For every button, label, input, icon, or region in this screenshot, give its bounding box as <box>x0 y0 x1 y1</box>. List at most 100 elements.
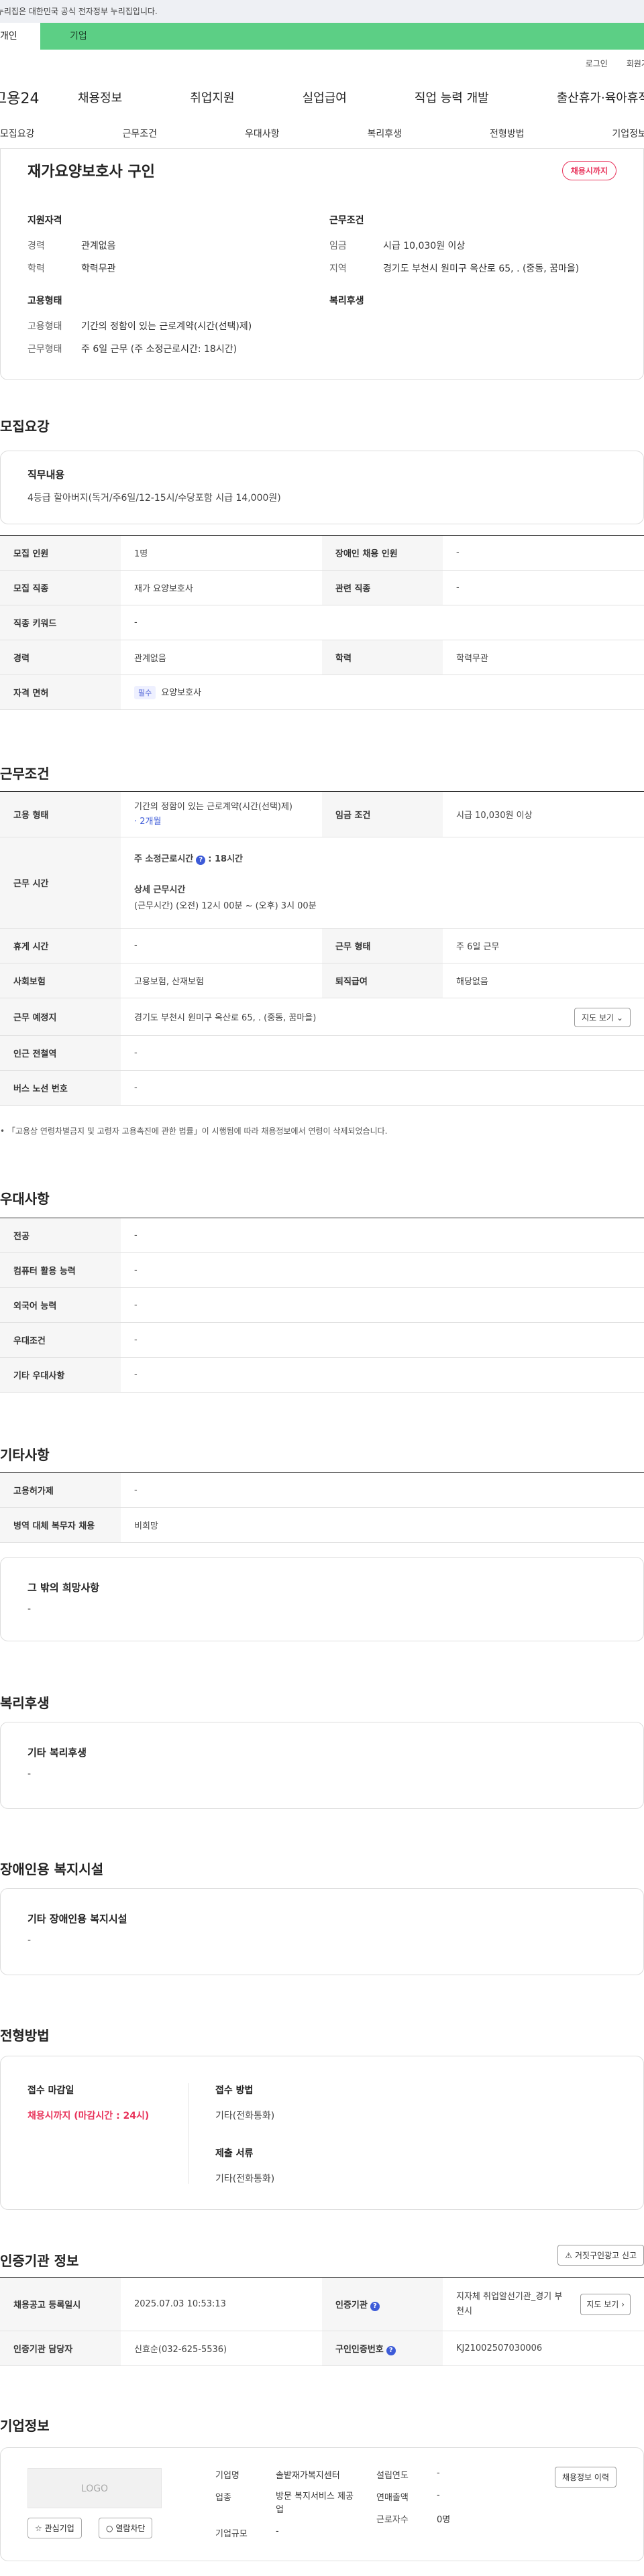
license-cell: 필수 요양보호사 <box>121 675 644 710</box>
preference-cond-label: 우대조건 <box>0 1322 121 1358</box>
apply-method-value: 기타(전화통화) <box>215 2111 275 2121</box>
table-row: 컴퓨터 활용 능력 - <box>0 1252 644 1288</box>
subnav-preference[interactable]: 우대사항 <box>245 127 280 140</box>
table-row: 고용허가제 - <box>0 1472 644 1508</box>
block-view-label: 열람차단 <box>115 2524 146 2533</box>
company-size-value: - <box>276 2526 279 2536</box>
other-preference-label: 기타 우대사항 <box>0 1357 121 1393</box>
emptype-period: · 2개월 <box>134 816 162 827</box>
apply-box: 접수 마감일 채용시까지 (마감시간 : 24시) 접수 방법 기타(전화통화)… <box>0 2056 644 2210</box>
site-logo[interactable]: 고용24 <box>0 86 74 108</box>
conditions-heading: 근무조건 <box>329 215 364 226</box>
welfare-heading: 복리후생 <box>329 296 364 306</box>
gnb-item-jobs[interactable]: 채용정보 <box>78 89 122 106</box>
login-link[interactable]: 로그인 <box>586 58 608 69</box>
gnb-item-unemployment-benefit[interactable]: 실업급여 <box>303 89 347 106</box>
chevron-down-icon: ⌄ <box>616 1013 623 1022</box>
disability-other-heading: 기타 장애인용 복지시설 <box>28 1913 127 1925</box>
job-summary-card: 재가요양보호사 구인 채용시까지 지원자격 경력 관계없음 학력 학력무관 고용형태… <box>0 149 644 380</box>
wage-value: 시급 10,030원 이상 <box>383 241 466 251</box>
tab-company[interactable]: 기업 <box>40 23 644 50</box>
headcount-value: 1명 <box>121 535 322 571</box>
table-row: 버스 노선 번호 - <box>0 1070 644 1106</box>
cert-org-label-cell: 인증기관? <box>322 2277 443 2331</box>
cert-number-label: 구인인증번호 <box>335 2344 384 2355</box>
subnav-conditions[interactable]: 근무조건 <box>122 127 157 140</box>
block-view-button[interactable]: ○ 열람차단 <box>99 2518 153 2538</box>
severance-value: 해당없음 <box>443 963 644 998</box>
career-row-value: 관계없음 <box>121 640 322 675</box>
conditions-section-title: 근무조건 <box>0 766 50 782</box>
hours-detail-value: (근무시간) (오전) 12시 00분 ~ (오후) 3시 00분 <box>134 900 317 911</box>
major-label: 전공 <box>0 1218 121 1253</box>
false-ad-report-button[interactable]: ⚠ 거짓구인광고 신고 <box>557 2245 644 2266</box>
subnav-company[interactable]: 기업정보 <box>612 127 644 140</box>
founded-value: - <box>437 2468 440 2478</box>
cert-map-button[interactable]: 지도 보기 › <box>580 2294 631 2315</box>
hours-std-value: : 18시간 <box>208 854 243 864</box>
favorite-company-button[interactable]: ☆ 관심기업 <box>28 2518 82 2538</box>
table-row: 채용공고 등록일시 2025.07.03 10:53:13 인증기관? 지자체 … <box>0 2277 644 2331</box>
station-label: 인근 전철역 <box>0 1035 121 1071</box>
hours-cell: 주 소정근로시간?: 18시간 상세 근무시간 (근무시간) (오전) 12시 … <box>121 837 644 929</box>
apply-docs-value: 기타(전화통화) <box>215 2174 275 2184</box>
apply-docs-heading: 제출 서류 <box>215 2148 254 2159</box>
help-icon[interactable]: ? <box>370 2301 380 2311</box>
emptype-row-label: 고용 형태 <box>0 791 121 837</box>
help-icon[interactable]: ? <box>196 855 206 865</box>
gnb-item-employment-support[interactable]: 취업지원 <box>190 89 234 106</box>
job-title: 재가요양보호사 구인 <box>28 164 155 180</box>
area-label: 지역 <box>329 264 347 274</box>
false-ad-report-label: 거짓구인광고 신고 <box>574 2251 637 2260</box>
disabled-hire-label: 장애인 채용 인원 <box>322 535 443 571</box>
table-row: 고용 형태 기간의 정함이 있는 근로계약(시간(선택)제) · 2개월 임금 … <box>0 791 644 837</box>
cert-map-label: 지도 보기 <box>586 2300 619 2309</box>
cert-org-value: 지자체 취업알선기관_경기 부천시 <box>456 2291 563 2317</box>
military-alt-value: 비희망 <box>121 1507 644 1543</box>
language-label: 외국어 능력 <box>0 1287 121 1323</box>
employees-value: 0명 <box>437 2515 451 2525</box>
company-logo-placeholder: LOGO <box>28 2468 162 2508</box>
table-row: 병역 대체 복무자 채용 비희망 <box>0 1507 644 1543</box>
industry-label: 업종 <box>215 2493 231 2503</box>
cert-table: 채용공고 등록일시 2025.07.03 10:53:13 인증기관? 지자체 … <box>0 2277 644 2366</box>
hours-std-label: 주 소정근로시간 <box>134 854 194 864</box>
table-row: 모집 인원 1명 장애인 채용 인원 - <box>0 535 644 571</box>
subnav-recruit[interactable]: 모집요강 <box>0 127 35 140</box>
sales-label: 연매출액 <box>376 2493 409 2503</box>
favorite-company-label: 관심기업 <box>44 2524 74 2533</box>
signup-link[interactable]: 회원가입 <box>627 58 644 69</box>
required-tag: 필수 <box>134 686 156 699</box>
worktype-label: 근무형태 <box>28 344 62 355</box>
hiring-history-button[interactable]: 채용정보 이력 <box>554 2467 616 2487</box>
other-wish-box: 그 밖의 희망사항 - <box>0 1557 644 1641</box>
table-row: 인근 전철역 - <box>0 1035 644 1071</box>
sales-value: - <box>437 2490 440 2500</box>
welfare-other-heading: 기타 복리후생 <box>28 1747 87 1759</box>
tab-person[interactable]: 개인 <box>0 23 40 50</box>
map-view-label: 지도 보기 <box>582 1013 614 1022</box>
bus-label: 버스 노선 번호 <box>0 1070 121 1106</box>
related-job-label: 관련 직종 <box>322 570 443 605</box>
subnav-apply[interactable]: 전형방법 <box>490 127 525 140</box>
help-icon[interactable]: ? <box>386 2345 396 2355</box>
gnb-item-vocational-training[interactable]: 직업 능력 개발 <box>415 89 489 106</box>
emptype-row-cell: 기간의 정함이 있는 근로계약(시간(선택)제) · 2개월 <box>121 791 322 837</box>
station-value: - <box>121 1035 644 1071</box>
headcount-label: 모집 인원 <box>0 535 121 571</box>
map-view-button[interactable]: 지도 보기 ⌄ <box>574 1008 631 1027</box>
cert-org-cell: 지자체 취업알선기관_경기 부천시 지도 보기 › <box>443 2277 644 2331</box>
company-name-value: 솔밭재가복지센터 <box>276 2471 340 2481</box>
welfare-box: 기타 복리후생 - <box>0 1722 644 1809</box>
utility-links: 로그인 회원가입 <box>0 50 644 76</box>
gnb-item-parental-leave[interactable]: 출산휴가·육아휴직 <box>557 89 644 106</box>
gov-banner-text: 이 누리집은 대한민국 공식 전자정부 누리집입니다. <box>0 7 158 16</box>
industry-value: 방문 복지서비스 제공업 <box>276 2492 354 2515</box>
recruit-section-title: 모집요강 <box>0 418 50 434</box>
education-row-value: 학력무관 <box>443 640 644 675</box>
subnav-welfare[interactable]: 복리후생 <box>367 127 402 140</box>
emptype-label: 고용형태 <box>28 321 62 332</box>
other-wish-heading: 그 밖의 희망사항 <box>28 1582 100 1594</box>
place-label: 근무 예정지 <box>0 998 121 1036</box>
insurance-label: 사회보험 <box>0 963 121 998</box>
